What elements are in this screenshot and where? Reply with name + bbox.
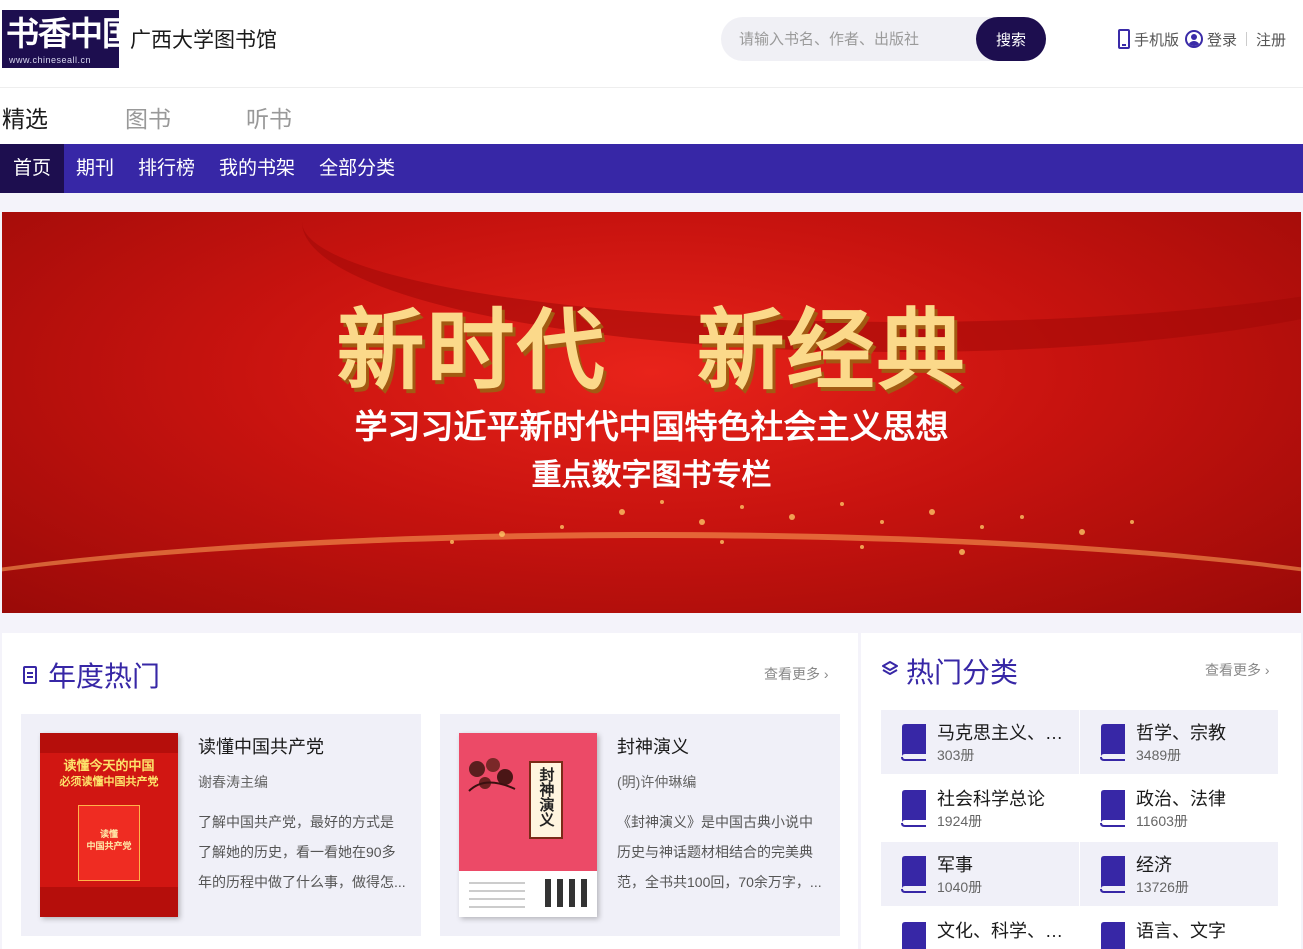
header: 书香中国 www.chineseall.cn 广西大学图书馆 搜索 手机版 登录…: [0, 0, 1303, 88]
book-icon: [1100, 790, 1125, 827]
category-count: 3489册: [1136, 747, 1182, 763]
category-name: 马克思主义、…: [937, 723, 1063, 743]
category-name: 哲学、宗教: [1136, 723, 1226, 743]
book-icon: [1100, 724, 1125, 761]
chevron-right-icon: ›: [823, 666, 829, 682]
category-name: 军事: [937, 855, 973, 875]
category-count: 1040册: [937, 879, 983, 895]
category-count: 11603册: [1136, 813, 1188, 829]
annual-hot-more-link[interactable]: 查看更多 ›: [764, 664, 829, 684]
category-item[interactable]: 社会科学总论 1924册: [881, 776, 1079, 840]
nav-journals[interactable]: 期刊: [64, 144, 126, 193]
book-icon: [901, 856, 926, 893]
category-item[interactable]: 政治、法律 11603册: [1080, 776, 1278, 840]
login-link-label: 登录: [1207, 31, 1238, 49]
book-description: 《封神演义》是中国古典小说中历史与神话题材相结合的完美典范，全书共100回，70…: [617, 814, 822, 890]
user-icon: [1185, 30, 1204, 48]
category-item[interactable]: 马克思主义、… 303册: [881, 710, 1079, 774]
cover-decoration: [40, 887, 178, 917]
banner-subtitle-secondary: 重点数字图书专栏: [531, 458, 772, 493]
site-logo[interactable]: 书香中国 www.chineseall.cn: [2, 10, 135, 68]
category-name: 经济: [1136, 855, 1172, 875]
register-link[interactable]: 注册: [1256, 29, 1286, 50]
category-item[interactable]: 经济 13726册: [1080, 842, 1278, 906]
book-author: (明)许仲琳编: [617, 774, 697, 790]
promo-banner[interactable]: 新时代 新经典 学习习近平新时代中国特色社会主义思想 重点数字图书专栏: [2, 212, 1301, 613]
book-icon: [902, 922, 926, 949]
nav-all-categories[interactable]: 全部分类: [307, 144, 407, 193]
book-icon: [1101, 922, 1125, 949]
nav-home[interactable]: 首页: [0, 144, 65, 193]
search-input[interactable]: [739, 17, 969, 61]
annual-hot-title: 年度热门: [48, 660, 161, 693]
list-icon: [23, 666, 37, 684]
cover-text: 必须读懂中国共产党: [59, 776, 159, 788]
cover-decoration: [40, 733, 178, 753]
library-name: 广西大学图书馆: [130, 28, 277, 52]
link-divider: [1246, 32, 1248, 46]
layers-icon: [882, 661, 898, 675]
flower-illustration: [468, 758, 516, 792]
book-icon: [901, 724, 926, 761]
cover-decoration: [459, 733, 597, 871]
category-item[interactable]: 文化、科学、…: [881, 908, 1079, 949]
mobile-link[interactable]: 手机版: [1118, 29, 1179, 50]
logo-url: www.chineseall.cn: [9, 55, 92, 65]
book-description: 了解中国共产党，最好的方式是了解她的历史，看一看她在90多年的历程中做了什么事，…: [198, 814, 406, 890]
hot-categories-title: 热门分类: [906, 656, 1019, 689]
cover-title-label: 封神演义: [529, 761, 563, 839]
book-title: 读懂中国共产党: [198, 737, 324, 757]
cover-book-image: 读懂 中国共产党: [78, 805, 140, 881]
search-button[interactable]: 搜索: [976, 17, 1046, 61]
category-item[interactable]: 语言、文字: [1080, 908, 1278, 949]
hot-categories-more-link[interactable]: 查看更多 ›: [1205, 660, 1270, 680]
nav-rankings[interactable]: 排行榜: [126, 144, 207, 193]
book-icon: [1100, 856, 1125, 893]
cover-text: 读懂今天的中国: [63, 758, 155, 773]
category-name: 文化、科学、…: [937, 921, 1063, 941]
mobile-link-label: 手机版: [1134, 31, 1180, 49]
more-link-label: 查看更多: [764, 666, 820, 682]
category-item[interactable]: 军事 1040册: [881, 842, 1079, 906]
chevron-right-icon: ›: [1264, 662, 1270, 678]
tab-audiobooks[interactable]: 听书: [246, 100, 292, 134]
search-box: 搜索: [721, 17, 1046, 61]
category-count: 13726册: [1136, 879, 1189, 895]
banner-title: 新时代 新经典: [336, 298, 967, 402]
tab-books[interactable]: 图书: [125, 100, 171, 134]
category-name: 语言、文字: [1136, 921, 1226, 941]
tab-featured[interactable]: 精选: [2, 100, 48, 134]
logo-text: 书香中国: [6, 14, 135, 53]
user-links: 手机版 登录 注册: [1118, 27, 1286, 51]
cover-book-text: 读懂 中国共产党: [86, 829, 132, 851]
category-count: 303册: [937, 747, 975, 763]
book-card[interactable]: 封神演义 封神演义 (明)许仲琳编 《封神演义》是中国古典小说中历史与神话题材相…: [440, 714, 840, 936]
cover-title-text: 封神演义: [537, 767, 556, 827]
nav-my-shelf[interactable]: 我的书架: [207, 144, 307, 193]
category-item[interactable]: 哲学、宗教 3489册: [1080, 710, 1278, 774]
banner-subtitle: 学习习近平新时代中国特色社会主义思想: [354, 407, 949, 446]
book-icon: [901, 790, 926, 827]
more-link-label: 查看更多: [1205, 662, 1261, 678]
login-link[interactable]: 登录: [1179, 29, 1237, 50]
category-name: 政治、法律: [1136, 789, 1226, 809]
hot-categories-panel: 热门分类 查看更多 › 马克思主义、… 303册 哲学、宗教 3489册 社会科…: [861, 633, 1301, 949]
category-name: 社会科学总论: [937, 789, 1045, 809]
book-author: 谢春涛主编: [198, 774, 268, 790]
book-cover: 封神演义: [459, 733, 597, 917]
category-count: 1924册: [937, 813, 983, 829]
phone-icon: [1118, 29, 1130, 49]
cover-bottom-lines: [469, 879, 587, 908]
book-title: 封神演义: [617, 737, 689, 757]
book-cover: 读懂今天的中国 必须读懂中国共产党 读懂 中国共产党: [40, 733, 178, 917]
book-card[interactable]: 读懂今天的中国 必须读懂中国共产党 读懂 中国共产党 读懂中国共产党 谢春涛主编…: [21, 714, 421, 936]
main-nav: 首页 期刊 排行榜 我的书架 全部分类: [0, 144, 1303, 193]
